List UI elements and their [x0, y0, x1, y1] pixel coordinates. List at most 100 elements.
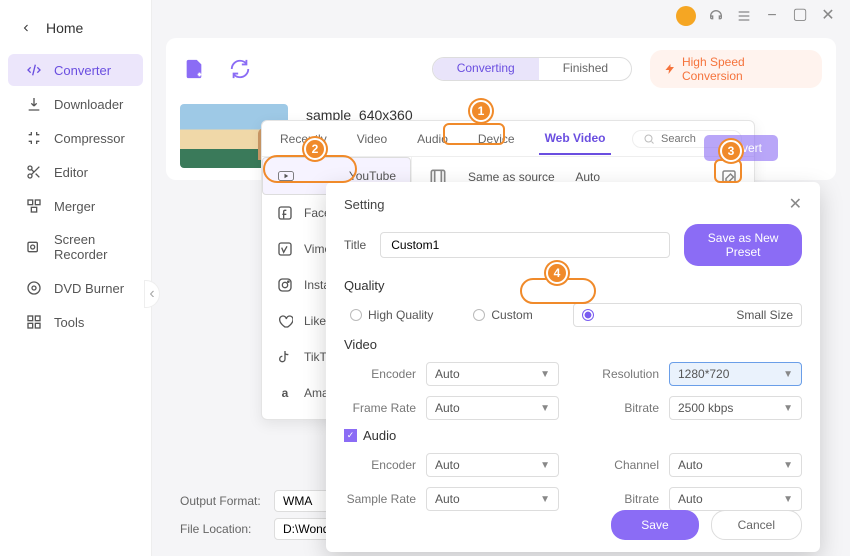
facebook-icon [276, 204, 294, 222]
chevron-down-icon: ▼ [540, 494, 550, 505]
maximize-icon[interactable]: ▢ [792, 8, 808, 24]
search-icon [643, 133, 655, 145]
back-label: Home [46, 20, 83, 36]
scissors-icon [26, 164, 42, 180]
audio-section: ✓ Audio [344, 428, 802, 443]
setting-dialog: Setting ✕ Title Save as New Preset Quali… [326, 182, 820, 552]
radio-small-size[interactable]: Small Size [573, 303, 802, 327]
provider-label: YouTube [349, 169, 396, 183]
close-dialog-icon[interactable]: ✕ [789, 194, 802, 214]
vimeo-icon [276, 240, 294, 258]
chevron-down-icon: ▼ [540, 460, 550, 471]
framerate-label: Frame Rate [344, 401, 416, 415]
callout-3: 3 [720, 140, 742, 162]
chevron-down-icon: ▼ [783, 460, 793, 471]
file-location-label: File Location: [180, 522, 264, 536]
tab-web-video[interactable]: Web Video [539, 123, 612, 155]
video-encoder-select[interactable]: Auto▼ [426, 362, 559, 386]
tab-converting[interactable]: Converting [433, 58, 539, 80]
headset-icon[interactable] [708, 8, 724, 24]
tab-video[interactable]: Video [351, 124, 393, 154]
bitrate-label: Bitrate [587, 492, 659, 506]
nav-converter[interactable]: Converter [8, 54, 143, 86]
encoder-label: Encoder [344, 367, 416, 381]
tiktok-icon [276, 348, 294, 366]
audio-bitrate-select[interactable]: Auto▼ [669, 487, 802, 511]
radio-high-quality[interactable]: High Quality [350, 303, 433, 327]
amazon-icon: a [276, 384, 294, 402]
preset-title-input[interactable] [380, 232, 670, 258]
nav-downloader[interactable]: Downloader [8, 88, 143, 120]
samplerate-label: Sample Rate [344, 492, 416, 506]
resolution-select[interactable]: 1280*720▼ [669, 362, 802, 386]
chevron-down-icon: ▼ [783, 403, 793, 414]
channel-select[interactable]: Auto▼ [669, 453, 802, 477]
callout-1: 1 [470, 100, 492, 122]
radio-label: Custom [491, 308, 532, 322]
tab-finished[interactable]: Finished [539, 58, 632, 80]
refresh-icon [229, 58, 251, 80]
cancel-button[interactable]: Cancel [711, 510, 802, 540]
chevron-down-icon: ▼ [540, 369, 550, 380]
radio-dot-icon [473, 309, 485, 321]
nav-label: Tools [54, 315, 84, 330]
file-plus-icon [183, 58, 205, 80]
nav-label: Screen Recorder [54, 232, 125, 262]
record-icon [26, 239, 42, 255]
chevron-down-icon: ▼ [783, 369, 793, 380]
nav-screen-recorder[interactable]: Screen Recorder [8, 224, 143, 270]
chevron-left-icon [20, 22, 32, 34]
tab-device[interactable]: Device [472, 124, 521, 154]
output-format-label: Output Format: [180, 494, 264, 508]
video-bitrate-select[interactable]: 2500 kbps▼ [669, 396, 802, 420]
nav-merger[interactable]: Merger [8, 190, 143, 222]
resolution-label: Resolution [587, 367, 659, 381]
audio-encoder-select[interactable]: Auto▼ [426, 453, 559, 477]
callout-4: 4 [546, 262, 568, 284]
dialog-title: Setting [344, 197, 384, 212]
framerate-select[interactable]: Auto▼ [426, 396, 559, 420]
title-label: Title [344, 238, 366, 252]
nav-label: Compressor [54, 131, 125, 146]
add-file-button[interactable] [180, 55, 208, 83]
nav-label: Editor [54, 165, 88, 180]
nav-label: Downloader [54, 97, 123, 112]
audio-checkbox[interactable]: ✓ [344, 429, 357, 442]
nav-label: DVD Burner [54, 281, 124, 296]
nav-editor[interactable]: Editor [8, 156, 143, 188]
quality-section-label: Quality [344, 278, 802, 293]
high-speed-badge[interactable]: High Speed Conversion [650, 50, 822, 88]
callout-2: 2 [304, 138, 326, 160]
chevron-down-icon: ▼ [783, 494, 793, 505]
tab-audio[interactable]: Audio [411, 124, 454, 154]
close-window-icon[interactable]: ✕ [820, 8, 836, 24]
bitrate-label: Bitrate [587, 401, 659, 415]
nav-compressor[interactable]: Compressor [8, 122, 143, 154]
status-segment: Converting Finished [432, 57, 632, 81]
nav-label: Converter [54, 63, 111, 78]
radio-dot-icon [350, 309, 362, 321]
disc-icon [26, 280, 42, 296]
nav-tools[interactable]: Tools [8, 306, 143, 338]
radio-custom[interactable]: Custom [473, 303, 532, 327]
save-as-preset-button[interactable]: Save as New Preset [684, 224, 802, 266]
samplerate-select[interactable]: Auto▼ [426, 487, 559, 511]
avatar[interactable] [676, 6, 696, 26]
audio-section-label: Audio [363, 428, 396, 443]
hsc-label: High Speed Conversion [682, 55, 808, 83]
nav-dvd-burner[interactable]: DVD Burner [8, 272, 143, 304]
back-home[interactable]: Home [0, 8, 151, 48]
channel-label: Channel [587, 458, 659, 472]
radio-label: High Quality [368, 308, 433, 322]
merge-icon [26, 198, 42, 214]
likee-icon [276, 312, 294, 330]
encoder-label: Encoder [344, 458, 416, 472]
radio-label: Small Size [736, 308, 793, 322]
minimize-icon[interactable]: − [764, 8, 780, 24]
save-button[interactable]: Save [611, 510, 698, 540]
converter-icon [26, 62, 42, 78]
youtube-icon [277, 167, 295, 185]
refresh-button[interactable] [226, 55, 254, 83]
menu-icon[interactable] [736, 8, 752, 24]
nav-label: Merger [54, 199, 95, 214]
